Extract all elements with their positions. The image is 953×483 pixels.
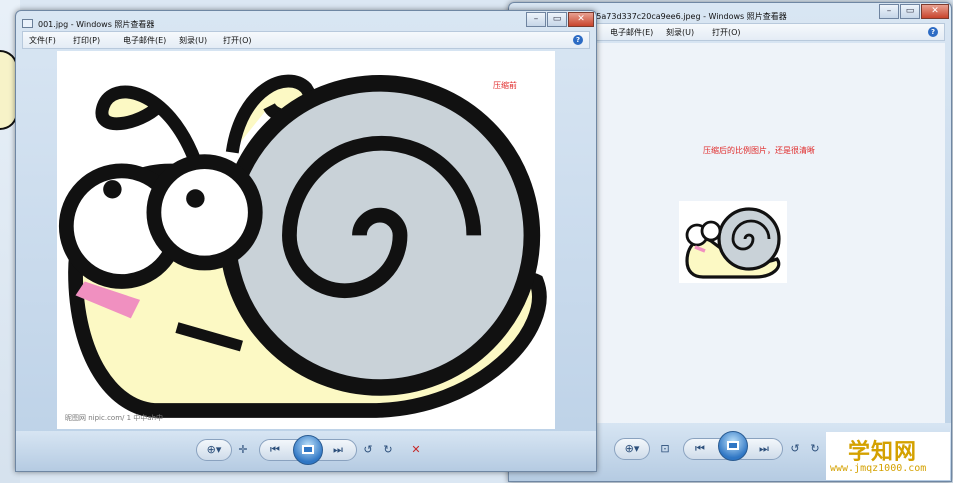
next-icon[interactable]: ⏭ [751, 438, 777, 460]
delete-icon[interactable]: ✕ [408, 439, 424, 461]
menu-open[interactable]: 打开(O) [712, 27, 741, 38]
fit-icon[interactable]: ⊡ [655, 438, 675, 460]
maximize-button[interactable]: ▭ [900, 4, 920, 19]
next-icon[interactable]: ⏭ [326, 439, 350, 461]
rotate-right-icon[interactable]: ↻ [807, 438, 823, 460]
previous-icon[interactable]: ⏮ [687, 438, 713, 460]
photo-viewer-window-left: 001.jpg - Windows 照片查看器 – ▭ ✕ 文件(F) 打印(P… [15, 10, 597, 472]
menu-bar: 文件(F) 打印(P) 电子邮件(E) 刻录(U) 打开(O) ? [22, 31, 590, 49]
window-title: 001.jpg - Windows 照片查看器 [38, 20, 155, 29]
app-icon [22, 19, 33, 28]
logo-url: www.jmqz1000.com [830, 463, 927, 474]
close-button[interactable]: ✕ [568, 12, 594, 27]
rotate-left-icon[interactable]: ↺ [360, 439, 376, 461]
close-button[interactable]: ✕ [921, 4, 949, 19]
before-compression-note: 压缩前 [493, 81, 517, 90]
rotate-right-icon[interactable]: ↻ [380, 439, 396, 461]
slideshow-icon[interactable] [293, 435, 323, 465]
fit-icon[interactable]: ✛ [233, 439, 253, 461]
menu-email[interactable]: 电子邮件(E) [610, 27, 653, 38]
minimize-button[interactable]: – [879, 4, 899, 19]
after-compression-note: 压缩后的比例图片，还是很清晰 [703, 146, 815, 155]
zoom-icon: ⊕▾ [206, 443, 222, 456]
menu-print[interactable]: 打印(P) [73, 35, 100, 46]
help-icon[interactable]: ? [928, 27, 938, 37]
maximize-button[interactable]: ▭ [547, 12, 567, 27]
zoom-icon: ⊕▾ [624, 442, 640, 455]
site-logo: 学知网 www.jmqz1000.com [826, 432, 950, 480]
menu-email[interactable]: 电子邮件(E) [123, 35, 166, 46]
help-icon[interactable]: ? [573, 35, 583, 45]
snail-thumbnail [679, 201, 787, 283]
snail-image [58, 74, 547, 418]
menu-open[interactable]: 打开(O) [223, 35, 252, 46]
slideshow-icon[interactable] [718, 431, 748, 461]
menu-burn[interactable]: 刻录(U) [179, 35, 207, 46]
image-area: 压缩前 昵图网 nipic.com/ 1 中中ah中 [57, 51, 555, 429]
previous-icon[interactable]: ⏮ [263, 439, 287, 461]
viewer-toolbar: ⊕▾ ✛ ⏮ ⏭ ↺ ↻ ✕ [16, 431, 596, 471]
minimize-button[interactable]: – [526, 12, 546, 27]
image-watermark: 昵图网 nipic.com/ 1 中中ah中 [65, 414, 164, 422]
logo-text: 学知网 [848, 440, 918, 465]
menu-burn[interactable]: 刻录(U) [666, 27, 694, 38]
menu-file[interactable]: 文件(F) [29, 35, 56, 46]
rotate-left-icon[interactable]: ↺ [787, 438, 803, 460]
